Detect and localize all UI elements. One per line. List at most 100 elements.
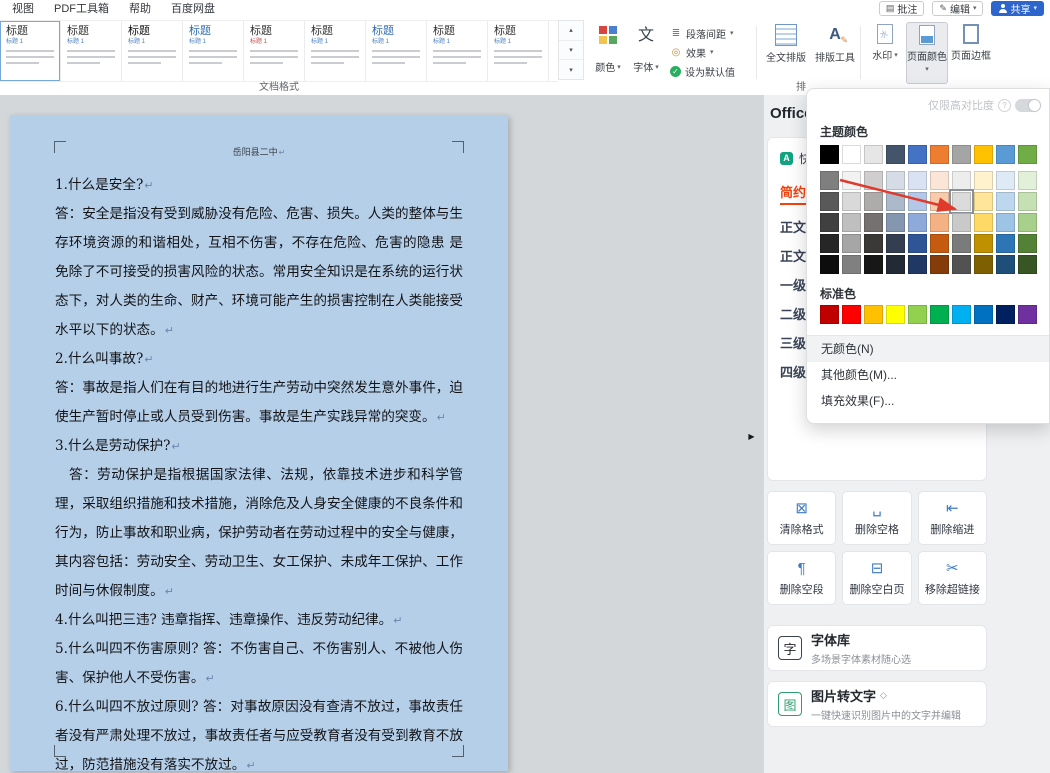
page-color-button[interactable]: 页面颜色 ▾ [906,22,948,84]
menu-tab[interactable]: 百度网盘 [171,0,215,16]
tool-card[interactable]: ¶ 删除空段 [767,551,837,605]
color-swatch[interactable] [886,192,905,211]
color-swatch[interactable] [974,213,993,232]
effects-button[interactable]: ◎ 效果 ▾ [670,45,754,60]
color-swatch[interactable] [974,145,993,164]
style-card[interactable]: 标题 标题 1 [0,21,61,81]
color-swatch[interactable] [952,234,971,253]
color-button[interactable]: 颜色 ▾ [590,22,626,78]
document-page[interactable]: 岳阳县二中↵ 1.什么是安全?↵ 答：安全是指没有受到威胁没有危险、危害、损失。人… [10,115,508,771]
menu-tab[interactable]: 视图 [12,0,34,16]
sidebar-collapse-button[interactable]: ▶ [744,423,759,449]
color-swatch[interactable] [842,234,861,253]
color-swatch[interactable] [842,305,861,324]
color-swatch[interactable] [930,192,949,211]
color-swatch[interactable] [952,171,971,190]
gallery-more-button[interactable]: ▾ [559,60,583,79]
contrast-toggle[interactable] [1015,98,1041,112]
color-swatch[interactable] [996,234,1015,253]
style-card[interactable]: 标题 标题 1 [61,21,122,81]
color-swatch[interactable] [864,145,883,164]
style-tab-jianyue[interactable]: 简约 [780,182,807,205]
font-library-card[interactable]: 字 字体库 多场景字体素材随心选 [767,625,987,671]
selected-color-swatch[interactable] [949,189,974,214]
color-swatch[interactable] [886,171,905,190]
tool-card[interactable]: ⇤ 删除缩进 [917,491,987,545]
color-swatch[interactable] [1018,171,1037,190]
color-swatch[interactable] [996,255,1015,274]
color-swatch[interactable] [996,305,1015,324]
color-swatch[interactable] [842,192,861,211]
image-to-text-card[interactable]: 图 图片转文字 ◇ 一键快速识别图片中的文字并编辑 [767,681,987,727]
color-swatch[interactable] [930,234,949,253]
color-swatch[interactable] [820,213,839,232]
menu-tab[interactable]: 帮助 [129,0,151,16]
color-swatch[interactable] [886,255,905,274]
tool-card[interactable]: ␣ 删除空格 [842,491,912,545]
style-card[interactable]: 标题 标题 1 [427,21,488,81]
more-colors-item[interactable]: 其他颜色(M)... [807,362,1049,388]
tool-card[interactable]: ⊟ 删除空白页 [842,551,912,605]
color-swatch[interactable] [974,255,993,274]
color-swatch[interactable] [820,171,839,190]
edit-button[interactable]: ✎ 编辑 ▾ [932,0,984,16]
color-swatch[interactable] [1018,192,1037,211]
layout-tools-button[interactable]: A ✎ 排版工具 [812,22,858,66]
color-swatch[interactable] [930,171,949,190]
color-swatch[interactable] [864,255,883,274]
color-swatch[interactable] [974,305,993,324]
style-card[interactable]: 标题 标题 1 [488,21,549,81]
watermark-button[interactable]: 水印 ▾ [866,22,904,64]
set-default-button[interactable]: ✓ 设为默认值 [670,64,754,79]
color-swatch[interactable] [908,213,927,232]
color-swatch[interactable] [930,145,949,164]
style-card[interactable]: 标题 标题 1 [305,21,366,81]
color-swatch[interactable] [996,171,1015,190]
style-card[interactable]: 标题 标题 1 [183,21,244,81]
color-swatch[interactable] [908,305,927,324]
style-card[interactable]: 标题 标题 1 [244,21,305,81]
color-swatch[interactable] [908,192,927,211]
color-swatch[interactable] [908,255,927,274]
color-swatch[interactable] [842,255,861,274]
style-card[interactable]: 标题 标题 1 [122,21,183,81]
color-swatch[interactable] [974,171,993,190]
menu-tab[interactable]: PDF工具箱 [54,0,109,16]
color-swatch[interactable] [1018,145,1037,164]
full-text-layout-button[interactable]: 全文排版 [762,22,810,66]
no-color-item[interactable]: 无颜色(N) [807,335,1049,362]
color-swatch[interactable] [930,213,949,232]
color-swatch[interactable] [886,213,905,232]
gallery-scroll-down-button[interactable]: ▾ [559,41,583,61]
color-swatch[interactable] [842,171,861,190]
color-swatch[interactable] [864,305,883,324]
color-swatch[interactable] [974,234,993,253]
color-swatch[interactable] [864,171,883,190]
gallery-scroll-up-button[interactable]: ▴ [559,21,583,41]
color-swatch[interactable] [930,305,949,324]
color-swatch[interactable] [996,192,1015,211]
color-swatch[interactable] [908,145,927,164]
color-swatch[interactable] [820,234,839,253]
color-swatch[interactable] [864,192,883,211]
color-swatch[interactable] [952,305,971,324]
fill-effects-item[interactable]: 填充效果(F)... [807,388,1049,414]
color-swatch[interactable] [1018,234,1037,253]
color-swatch[interactable] [974,192,993,211]
paragraph-spacing-button[interactable]: ≣ 段落间距 ▾ [670,26,754,41]
color-swatch[interactable] [1018,255,1037,274]
color-swatch[interactable] [886,234,905,253]
color-swatch[interactable] [1018,305,1037,324]
tool-card[interactable]: ✂ 移除超链接 [917,551,987,605]
color-swatch[interactable] [820,145,839,164]
color-swatch[interactable] [1018,213,1037,232]
color-swatch[interactable] [996,213,1015,232]
color-swatch[interactable] [996,145,1015,164]
color-swatch[interactable] [842,145,861,164]
doc-body[interactable]: 1.什么是安全?↵ 答：安全是指没有受到威胁没有危险、危害、损失。人类的整体与生存… [55,171,463,771]
color-swatch[interactable] [952,255,971,274]
color-swatch[interactable] [842,213,861,232]
color-swatch[interactable] [908,234,927,253]
color-swatch[interactable] [820,192,839,211]
font-button[interactable]: 文 字体 ▾ [628,22,664,78]
